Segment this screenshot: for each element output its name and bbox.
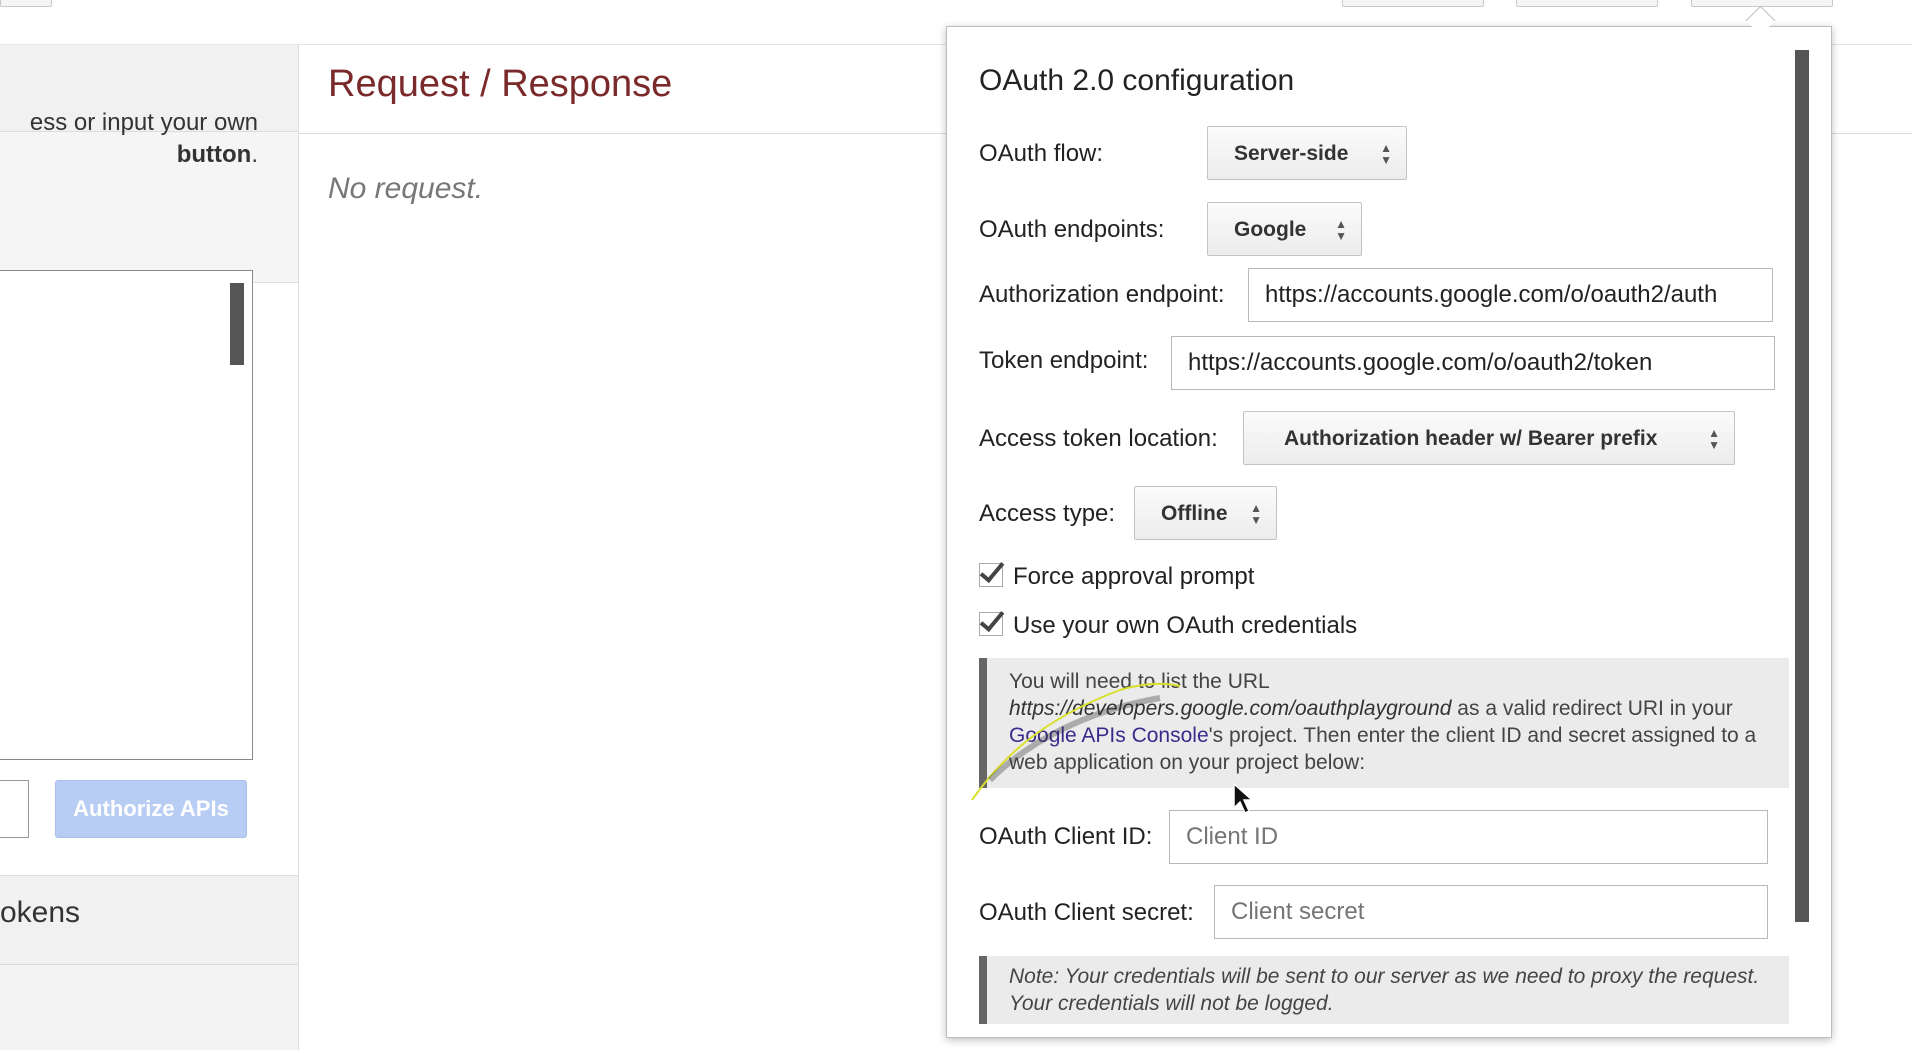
access-type-value: Offline	[1161, 502, 1228, 525]
toolbar-button-2[interactable]	[1516, 0, 1658, 7]
client-id-label: OAuth Client ID:	[979, 823, 1153, 850]
popup-scrollbar[interactable]	[1795, 50, 1809, 922]
access-type-select[interactable]: Offline ▲ ▼	[1134, 486, 1277, 540]
access-type-label: Access type:	[979, 500, 1116, 527]
oauth-endpoints-value: Google	[1234, 218, 1307, 241]
access-token-location-select[interactable]: Authorization header w/ Bearer prefix ▲ ▼	[1243, 411, 1735, 465]
up-down-arrows-icon: ▲ ▼	[1708, 426, 1720, 452]
up-down-arrows-icon: ▲ ▼	[1380, 141, 1392, 167]
toolbar-button-1[interactable]	[1342, 0, 1484, 7]
empty-request-text: No request.	[328, 172, 484, 205]
oauth-endpoints-label: OAuth endpoints:	[979, 216, 1165, 243]
oauth-endpoints-select[interactable]: Google ▲ ▼	[1207, 202, 1362, 256]
access-token-location-value: Authorization header w/ Bearer prefix	[1284, 427, 1658, 450]
oauth-flow-select[interactable]: Server-side ▲ ▼	[1207, 126, 1407, 180]
up-down-arrows-icon: ▲ ▼	[1335, 217, 1347, 243]
oauth-flow-value: Server-side	[1234, 142, 1349, 165]
description-line-1: ess or input your own	[29, 109, 258, 136]
token-endpoint-input[interactable]: https://accounts.google.com/o/oauth2/tok…	[1171, 336, 1775, 390]
force-approval-checkbox[interactable]	[979, 563, 1003, 587]
step-tokens-title: okens	[0, 896, 81, 929]
own-credentials-row[interactable]: Use your own OAuth credentials	[979, 612, 1357, 640]
authorize-apis-button[interactable]: Authorize APIs	[55, 780, 247, 838]
mouse-pointer-icon	[1233, 782, 1254, 815]
client-id-input[interactable]	[1169, 810, 1768, 864]
force-approval-label: Force approval prompt	[1013, 563, 1255, 590]
description-bold: button	[176, 141, 252, 168]
oauth-config-title: OAuth 2.0 configuration	[979, 64, 1295, 97]
annotation-scribble	[971, 682, 1181, 801]
authorization-endpoint-input[interactable]: https://accounts.google.com/o/oauth2/aut…	[1248, 268, 1773, 322]
scope-list[interactable]	[0, 270, 253, 760]
description-rest: .	[251, 141, 258, 168]
page-title: Request / Response	[328, 63, 673, 105]
settings-button[interactable]	[1691, 0, 1833, 7]
redirect-note-text-2: as a valid redirect URI in your	[1451, 697, 1733, 720]
own-credentials-checkbox[interactable]	[979, 612, 1003, 636]
scope-list-scrollbar[interactable]	[230, 283, 244, 365]
step-tokens-header[interactable]: okens	[0, 875, 298, 965]
token-endpoint-label: Token endpoint:	[979, 347, 1149, 374]
access-token-location-label: Access token location:	[979, 425, 1218, 452]
force-approval-row[interactable]: Force approval prompt	[979, 563, 1254, 591]
credentials-note: Note: Your credentials will be sent to o…	[979, 956, 1789, 1024]
step-description-text: ess or input your own button.	[0, 107, 258, 171]
toolbar-button-left[interactable]	[0, 0, 52, 7]
own-credentials-label: Use your own OAuth credentials	[1013, 612, 1358, 639]
client-secret-label: OAuth Client secret:	[979, 899, 1194, 926]
up-down-arrows-icon: ▲ ▼	[1250, 501, 1262, 527]
authorization-endpoint-label: Authorization endpoint:	[979, 281, 1225, 308]
scope-input[interactable]	[0, 780, 29, 838]
client-secret-input[interactable]	[1214, 885, 1768, 939]
oauth-flow-label: OAuth flow:	[979, 140, 1104, 167]
